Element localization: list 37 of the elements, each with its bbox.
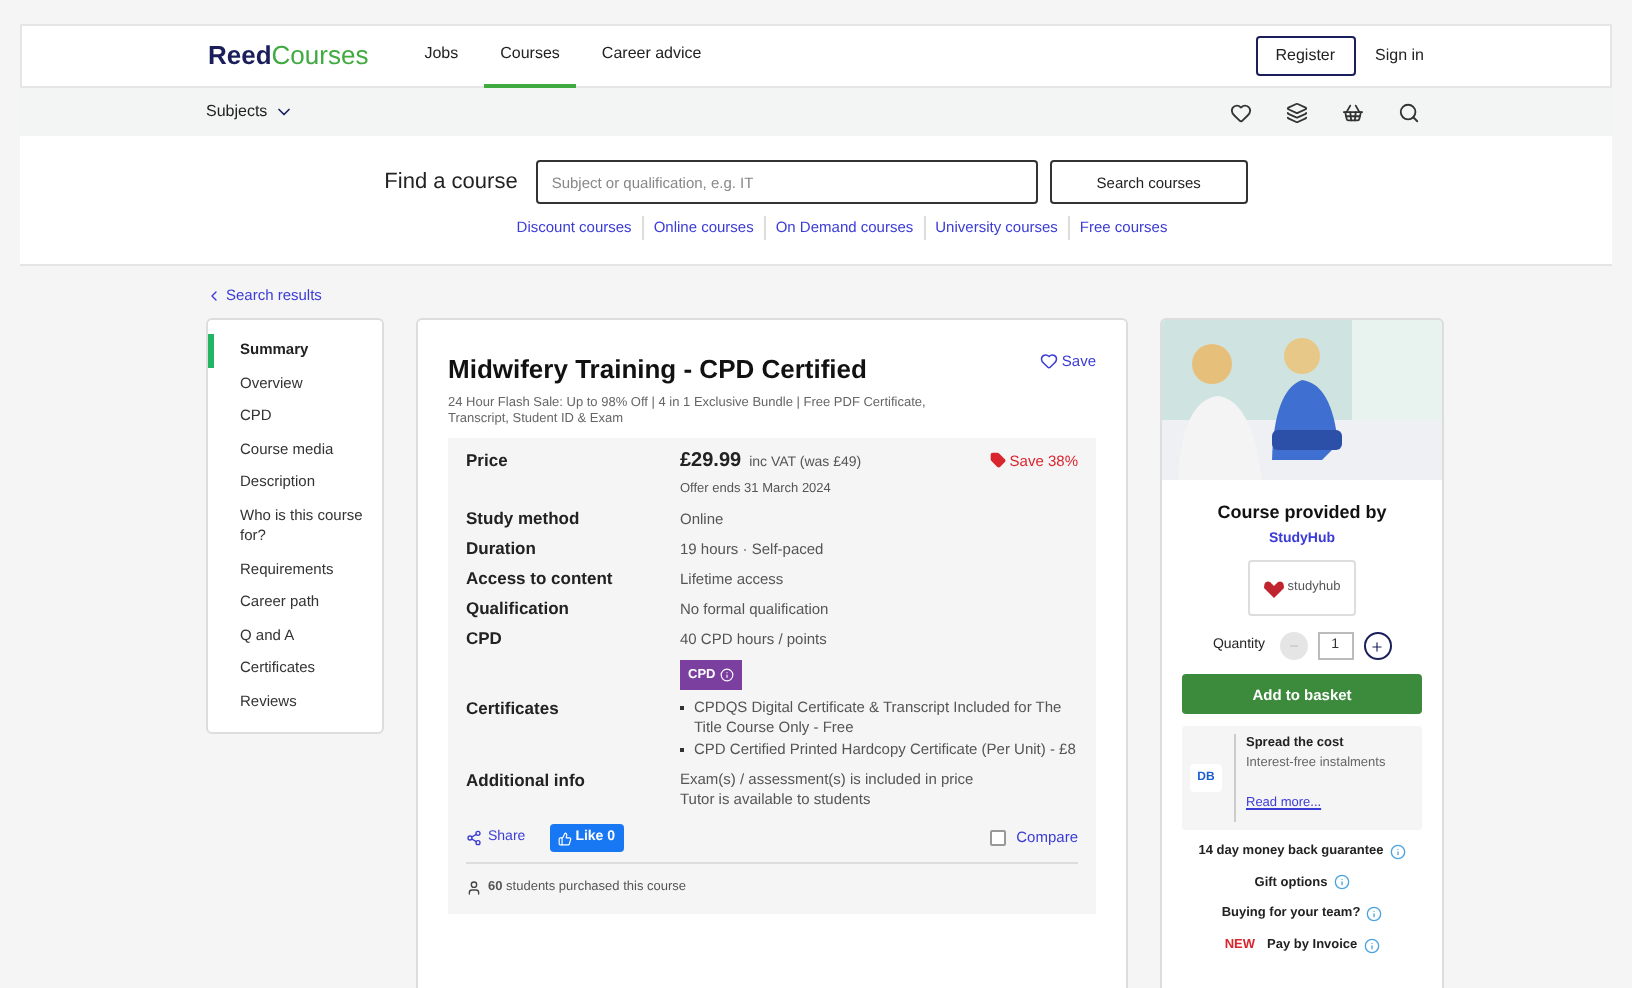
thumbs-up-icon bbox=[557, 831, 572, 845]
info-icon[interactable] bbox=[1333, 874, 1350, 891]
increase-button[interactable] bbox=[1363, 632, 1392, 661]
register-button[interactable]: Register bbox=[1255, 36, 1356, 76]
detail-label: Price bbox=[466, 449, 510, 474]
search-label: Find a course bbox=[384, 168, 518, 199]
compare-checkbox[interactable] bbox=[990, 830, 1007, 846]
detail-label: Qualification bbox=[466, 597, 571, 620]
basket-icon[interactable] bbox=[1342, 101, 1364, 123]
provider-heading: Course provided by bbox=[1217, 500, 1387, 527]
info-icon bbox=[719, 667, 734, 682]
detail-label: Access to content bbox=[466, 567, 615, 590]
person-icon bbox=[466, 880, 482, 897]
detail-label: Study method bbox=[466, 507, 582, 530]
chevron-left-icon bbox=[206, 287, 222, 304]
detail-label: CPD bbox=[466, 627, 504, 652]
nav-tab[interactable]: Jobs bbox=[408, 24, 475, 88]
minus-icon bbox=[1287, 640, 1300, 653]
sign-in-link[interactable]: Sign in bbox=[1375, 44, 1424, 68]
detail-label: Certificates bbox=[466, 697, 561, 722]
share-icon bbox=[466, 830, 482, 846]
info-icon[interactable] bbox=[1363, 937, 1380, 954]
heart-icon[interactable] bbox=[1230, 101, 1252, 123]
nav-tab[interactable]: Career advice bbox=[585, 24, 718, 88]
course-title: Midwifery Training - CPD Certified bbox=[448, 352, 867, 389]
search-icon[interactable] bbox=[1398, 101, 1420, 123]
info-icon[interactable] bbox=[1389, 843, 1406, 860]
plus-icon bbox=[1370, 639, 1385, 654]
layers-icon[interactable] bbox=[1286, 101, 1308, 123]
price: £29.99 bbox=[680, 449, 742, 472]
info-icon[interactable] bbox=[1366, 906, 1383, 923]
heart-icon bbox=[1039, 352, 1058, 371]
tag-icon bbox=[989, 451, 1006, 468]
detail-label: Additional info bbox=[466, 769, 587, 794]
logo[interactable]: ReedCourses bbox=[208, 36, 369, 76]
detail-label: Duration bbox=[466, 537, 538, 560]
subjects-menu[interactable]: Subjects bbox=[206, 100, 294, 124]
